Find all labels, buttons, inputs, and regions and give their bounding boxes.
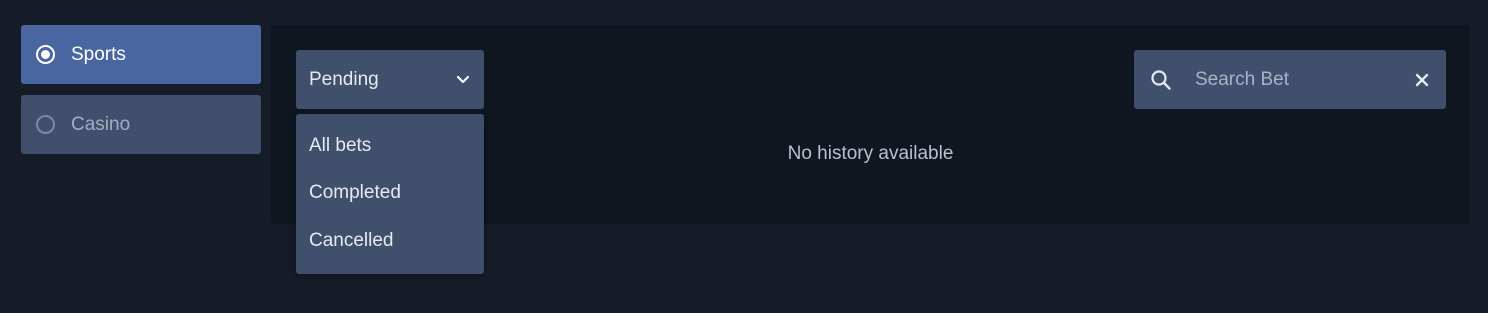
- status-filter-menu: All bets Completed Cancelled: [296, 114, 484, 274]
- chevron-down-icon: [456, 75, 470, 83]
- tab-sports-label: Sports: [71, 43, 126, 65]
- menu-item-all-bets[interactable]: All bets: [296, 122, 484, 170]
- tab-casino-label: Casino: [71, 113, 131, 135]
- bet-history-widget: Sports Casino No history available Pendi…: [0, 0, 1488, 313]
- status-filter-dropdown[interactable]: Pending: [296, 50, 484, 109]
- tab-sports[interactable]: Sports: [21, 25, 261, 84]
- menu-item-cancelled[interactable]: Cancelled: [296, 217, 484, 265]
- radio-checked-icon: [36, 45, 55, 64]
- radio-unchecked-icon: [36, 115, 55, 134]
- close-icon[interactable]: [1415, 73, 1429, 87]
- search-box: [1134, 50, 1446, 109]
- tab-casino[interactable]: Casino: [21, 95, 261, 154]
- status-filter-value: Pending: [309, 68, 379, 90]
- search-icon: [1151, 70, 1171, 90]
- menu-item-completed[interactable]: Completed: [296, 170, 484, 218]
- search-input[interactable]: [1195, 50, 1395, 109]
